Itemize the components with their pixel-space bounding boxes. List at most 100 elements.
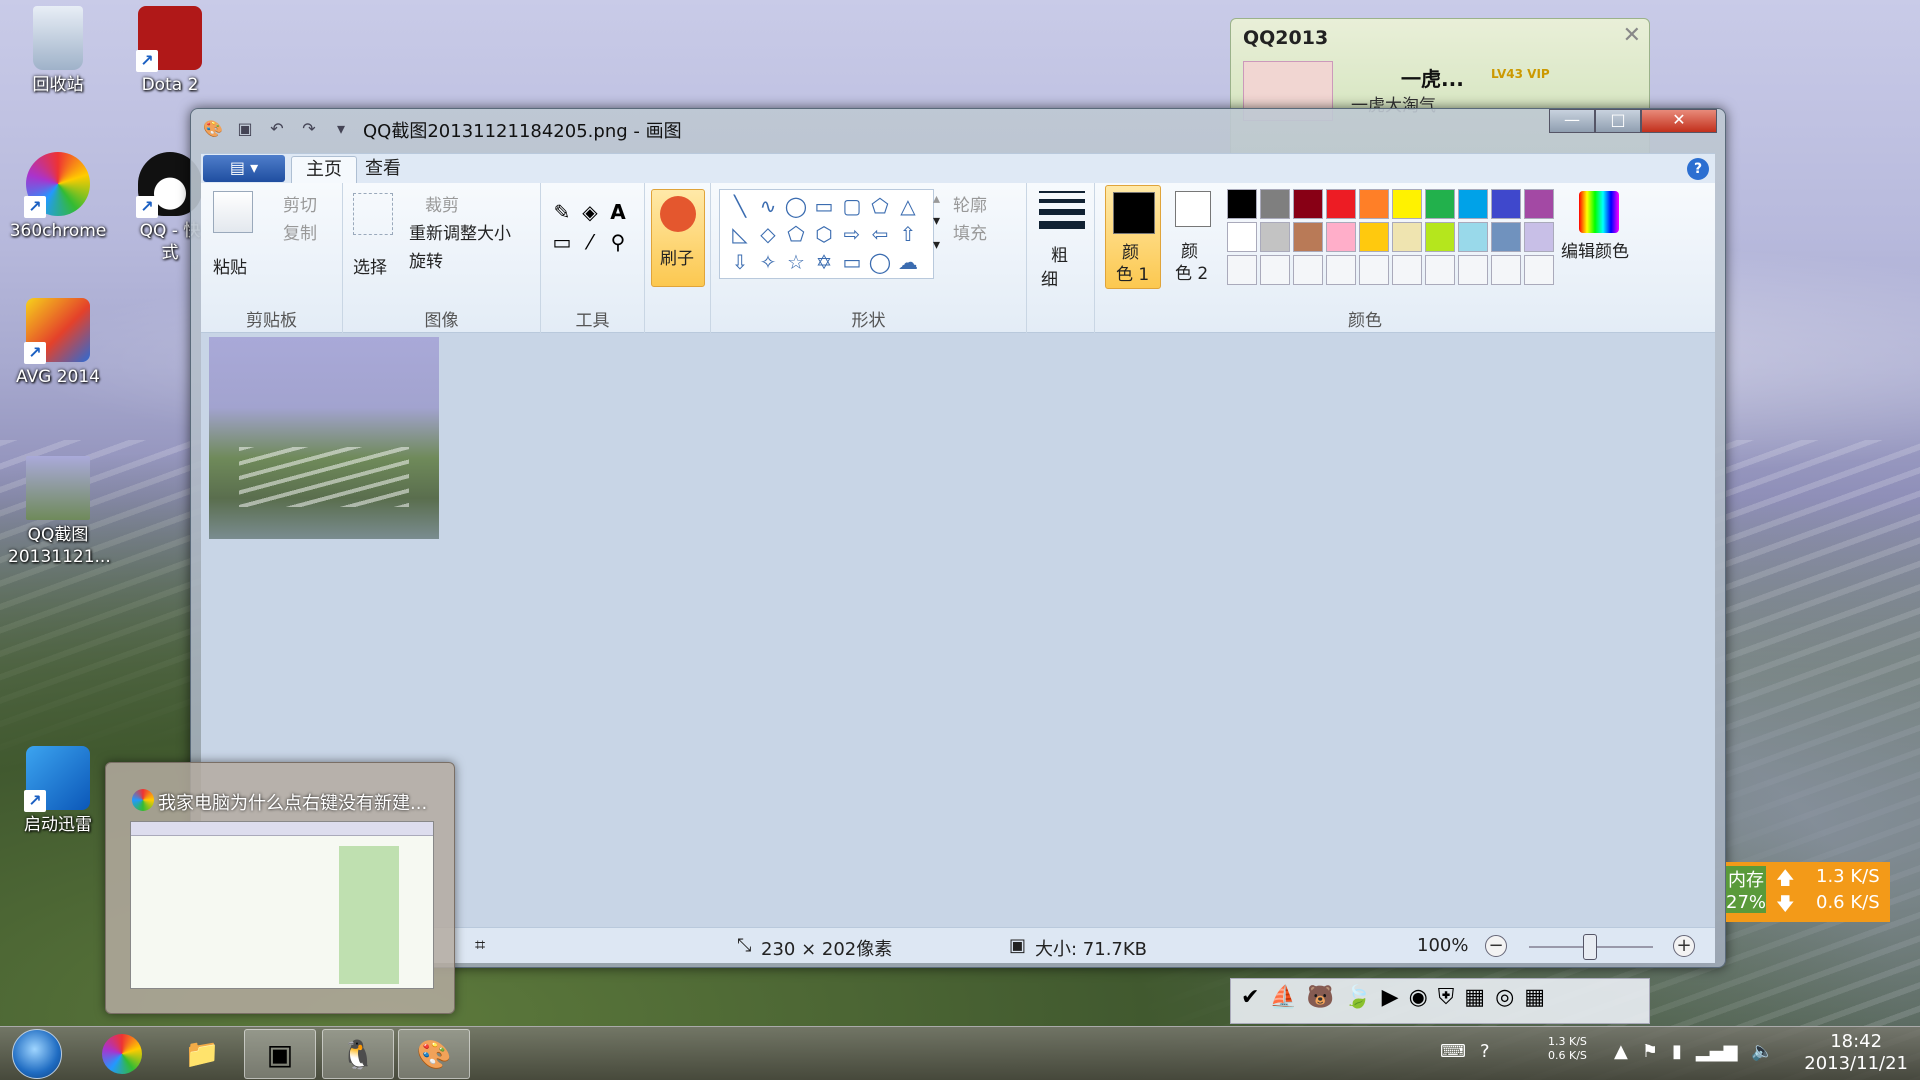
palette-swatch[interactable] bbox=[1524, 222, 1554, 252]
fill-button[interactable]: 填充 bbox=[953, 219, 987, 244]
zoom-slider-thumb[interactable] bbox=[1583, 934, 1597, 960]
app-icon-4[interactable]: 🍃 bbox=[1344, 985, 1371, 1017]
desktop-icon-360chrome[interactable]: ↗ 360chrome bbox=[8, 152, 108, 242]
desktop-icon-xunlei[interactable]: ↗ 启动迅雷 bbox=[8, 746, 108, 836]
edit-colors-icon[interactable] bbox=[1579, 191, 1619, 233]
edit-colors-button[interactable]: 编辑颜色 bbox=[1561, 237, 1629, 262]
close-button[interactable]: ✕ bbox=[1641, 109, 1717, 133]
paint-app-icon[interactable]: 🎨 bbox=[201, 117, 225, 141]
palette-swatch[interactable] bbox=[1359, 189, 1389, 219]
desktop-icon-recycle-bin[interactable]: 回收站 bbox=[8, 6, 108, 96]
scroll-up-icon[interactable]: ▴ bbox=[933, 191, 940, 207]
redo-icon[interactable]: ↷ bbox=[297, 117, 321, 141]
eraser-icon[interactable]: ▭ bbox=[549, 229, 575, 255]
taskbar-360chrome[interactable] bbox=[86, 1029, 158, 1079]
palette-swatch[interactable] bbox=[1491, 222, 1521, 252]
grid-icon[interactable]: ▦ bbox=[1524, 985, 1545, 1017]
taskbar-thumbnail-preview[interactable]: 我家电脑为什么点右键没有新建... bbox=[105, 762, 455, 1014]
magnifier-icon[interactable]: ⚲ bbox=[605, 229, 631, 255]
fill-bucket-icon[interactable]: ◈ bbox=[577, 199, 603, 225]
left-arrow-shape-icon[interactable]: ⇦ bbox=[866, 220, 894, 248]
app-icon-6[interactable]: ◉ bbox=[1409, 985, 1428, 1017]
palette-swatch[interactable] bbox=[1392, 189, 1422, 219]
polygon-shape-icon[interactable]: ⬠ bbox=[866, 192, 894, 220]
palette-empty-slot[interactable] bbox=[1293, 255, 1323, 285]
palette-swatch[interactable] bbox=[1326, 222, 1356, 252]
volume-icon[interactable]: 🔈 bbox=[1751, 1041, 1773, 1062]
taskbar-paint[interactable]: 🎨 bbox=[398, 1029, 470, 1079]
preview-thumbnail[interactable] bbox=[130, 821, 434, 989]
app-icon-9[interactable]: ◎ bbox=[1495, 985, 1514, 1017]
zoom-in-button[interactable]: + bbox=[1673, 935, 1695, 957]
help-icon[interactable]: ? bbox=[1687, 158, 1709, 180]
up-arrow-shape-icon[interactable]: ⇧ bbox=[894, 220, 922, 248]
rounded-rectangle-shape-icon[interactable]: ▢ bbox=[838, 192, 866, 220]
down-arrow-shape-icon[interactable]: ⇩ bbox=[726, 248, 754, 276]
palette-swatch[interactable] bbox=[1425, 222, 1455, 252]
rectangle-shape-icon[interactable]: ▭ bbox=[810, 192, 838, 220]
palette-swatch[interactable] bbox=[1293, 189, 1323, 219]
cut-button[interactable]: 剪切 bbox=[283, 191, 317, 216]
paste-icon[interactable] bbox=[213, 191, 253, 233]
minimize-button[interactable]: — bbox=[1549, 109, 1595, 133]
app-icon-2[interactable]: ⛵ bbox=[1269, 985, 1296, 1017]
clock[interactable]: 18:42 2013/11/21 bbox=[1804, 1031, 1908, 1075]
shield-icon[interactable]: ⛨ bbox=[1438, 985, 1455, 1017]
flag-icon[interactable]: ⚑ bbox=[1642, 1041, 1658, 1062]
outline-button[interactable]: 轮廓 bbox=[953, 191, 987, 216]
keyboard-icon[interactable]: ⌨ bbox=[1440, 1041, 1466, 1062]
palette-swatch[interactable] bbox=[1425, 189, 1455, 219]
four-point-star-icon[interactable]: ✧ bbox=[754, 248, 782, 276]
pentagon-shape-icon[interactable]: ⬠ bbox=[782, 220, 810, 248]
palette-empty-slot[interactable] bbox=[1491, 255, 1521, 285]
pencil-icon[interactable]: ✎ bbox=[549, 199, 575, 225]
save-icon[interactable]: ▣ bbox=[233, 117, 257, 141]
brush-button[interactable]: 刷子 bbox=[651, 189, 705, 287]
palette-swatch[interactable] bbox=[1293, 222, 1323, 252]
right-arrow-shape-icon[interactable]: ⇨ bbox=[838, 220, 866, 248]
color-palette-grid[interactable] bbox=[1227, 189, 1554, 285]
scroll-down-icon[interactable]: ▾ bbox=[933, 213, 940, 229]
oval-shape-icon[interactable]: ◯ bbox=[782, 192, 810, 220]
palette-swatch[interactable] bbox=[1227, 189, 1257, 219]
oval-callout-icon[interactable]: ◯ bbox=[866, 248, 894, 276]
group-size[interactable]: 粗 细 bbox=[1027, 183, 1095, 333]
select-icon[interactable] bbox=[353, 193, 393, 235]
palette-swatch[interactable] bbox=[1359, 222, 1389, 252]
signal-icon[interactable]: ▂▄▆ bbox=[1696, 1041, 1738, 1062]
play-icon[interactable]: ▶ bbox=[1382, 985, 1399, 1017]
diamond-shape-icon[interactable]: ◇ bbox=[754, 220, 782, 248]
app-icon-1[interactable]: ✔ bbox=[1241, 985, 1259, 1017]
color1-button[interactable]: 颜 色 1 bbox=[1105, 185, 1161, 289]
show-hidden-icons-icon[interactable]: ▲ bbox=[1614, 1041, 1628, 1062]
palette-swatch[interactable] bbox=[1491, 189, 1521, 219]
start-button[interactable] bbox=[12, 1029, 62, 1079]
tab-view[interactable]: 查看 bbox=[351, 156, 415, 184]
color-picker-icon[interactable]: ⁄ bbox=[577, 229, 603, 255]
palette-swatch[interactable] bbox=[1227, 222, 1257, 252]
color2-button[interactable]: 颜 色 2 bbox=[1165, 185, 1221, 289]
speed-widget[interactable]: 内存 27% 🡅 1.3 K/S 🡇 0.6 K/S bbox=[1726, 862, 1890, 922]
palette-empty-slot[interactable] bbox=[1260, 255, 1290, 285]
network-speed[interactable]: 1.3 K/S 0.6 K/S bbox=[1548, 1035, 1587, 1063]
undo-icon[interactable]: ↶ bbox=[265, 117, 289, 141]
paste-button[interactable]: 粘贴 bbox=[213, 253, 247, 278]
maximize-button[interactable]: □ bbox=[1595, 109, 1641, 133]
callout-shape-icon[interactable]: ▭ bbox=[838, 248, 866, 276]
chevron-down-icon[interactable]: ▾ bbox=[329, 117, 353, 141]
right-triangle-shape-icon[interactable]: ◺ bbox=[726, 220, 754, 248]
five-point-star-icon[interactable]: ☆ bbox=[782, 248, 810, 276]
select-button[interactable]: 选择 bbox=[353, 253, 387, 278]
palette-empty-slot[interactable] bbox=[1392, 255, 1422, 285]
zoom-out-button[interactable]: − bbox=[1485, 935, 1507, 957]
line-shape-icon[interactable]: ╲ bbox=[726, 192, 754, 220]
palette-swatch[interactable] bbox=[1458, 222, 1488, 252]
palette-swatch[interactable] bbox=[1326, 189, 1356, 219]
app-icon-8[interactable]: ▦ bbox=[1464, 985, 1485, 1017]
palette-empty-slot[interactable] bbox=[1524, 255, 1554, 285]
app-icon-3[interactable]: 🐻 bbox=[1307, 985, 1334, 1017]
palette-empty-slot[interactable] bbox=[1425, 255, 1455, 285]
palette-swatch[interactable] bbox=[1524, 189, 1554, 219]
palette-empty-slot[interactable] bbox=[1359, 255, 1389, 285]
cloud-callout-icon[interactable]: ☁ bbox=[894, 248, 922, 276]
